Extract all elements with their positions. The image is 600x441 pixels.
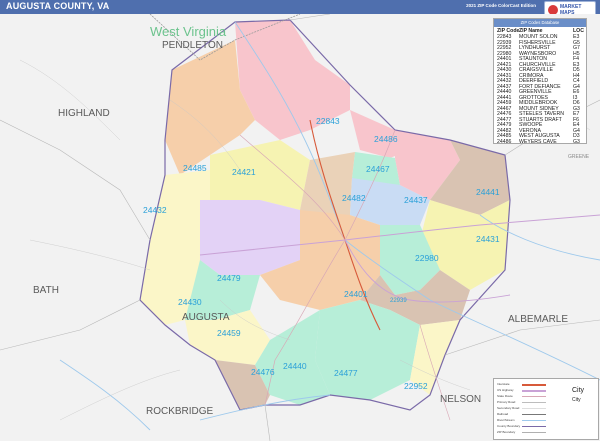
key-item: River/Stream — [497, 418, 515, 422]
zip-label: 24437 — [404, 195, 428, 205]
zip-label: 24482 — [342, 193, 366, 203]
edition-label: 2021 ZIP Code ColorCast Edition — [466, 3, 536, 8]
key-item: State Route — [497, 394, 513, 398]
county-label-augusta: AUGUSTA — [182, 312, 230, 323]
zip-label: 24479 — [217, 273, 241, 283]
county-label-greene: GREENE — [568, 154, 590, 160]
key-swatch — [522, 390, 546, 392]
zip-label: 24459 — [217, 328, 241, 338]
key-city-large: City — [572, 387, 585, 394]
zip-label: 24467 — [366, 164, 390, 174]
title-bar: AUGUSTA COUNTY, VA 2021 ZIP Code ColorCa… — [0, 0, 600, 29]
key-item: Primary Road — [497, 400, 516, 404]
key-city-small: City — [572, 397, 581, 403]
zip-label: 24485 — [183, 163, 207, 173]
zip-legend: ZIP Codes Database ZIP Code ZIP Name LOC… — [493, 18, 587, 145]
county-label-highland: HIGHLAND — [58, 108, 110, 119]
key-swatch — [522, 402, 546, 403]
key-swatch — [522, 408, 546, 409]
key-swatch — [522, 384, 546, 386]
county-label-bath: BATH — [33, 285, 59, 296]
zip-label: 22952 — [404, 381, 428, 391]
key-item: County Boundary — [497, 424, 521, 428]
county-label-nelson: NELSON — [440, 394, 481, 405]
county-label-albemarle: ALBEMARLE — [508, 314, 568, 325]
zip-label: 24421 — [232, 167, 256, 177]
county-label-rockbridge: ROCKBRIDGE — [146, 406, 214, 417]
key-item: Secondary Road — [497, 406, 520, 410]
map-title: AUGUSTA COUNTY, VA — [6, 1, 110, 11]
key-swatch — [522, 432, 546, 433]
county-label-pendleton: PENDLETON — [162, 40, 223, 51]
key-swatch — [522, 426, 546, 427]
legend-header: ZIP Codes Database — [494, 19, 586, 27]
zip-label: 24401 — [344, 289, 368, 299]
map-key: Interstate US Highway State Route Primar… — [493, 378, 599, 440]
zip-label: 24477 — [334, 368, 358, 378]
key-item: US Highway — [497, 388, 514, 392]
zip-area-24479 — [200, 200, 300, 275]
zip-label: 22939 — [390, 298, 407, 304]
key-item: Railroad — [497, 412, 509, 416]
zip-label: 24476 — [251, 367, 275, 377]
state-label: West Virginia — [150, 24, 227, 39]
key-item: ZIP Boundary — [497, 430, 516, 434]
zip-label: 22843 — [316, 116, 340, 126]
zip-label: 24440 — [283, 361, 307, 371]
zip-label: 22980 — [415, 253, 439, 263]
zip-label: 24441 — [476, 187, 500, 197]
zip-label: 24431 — [476, 234, 500, 244]
zip-label: 24486 — [374, 134, 398, 144]
zip-label: 24432 — [143, 205, 167, 215]
key-swatch — [522, 420, 546, 421]
key-swatch — [522, 414, 546, 415]
zip-label: 24430 — [178, 297, 202, 307]
key-swatch — [522, 396, 546, 397]
key-item: Interstate — [497, 382, 510, 386]
